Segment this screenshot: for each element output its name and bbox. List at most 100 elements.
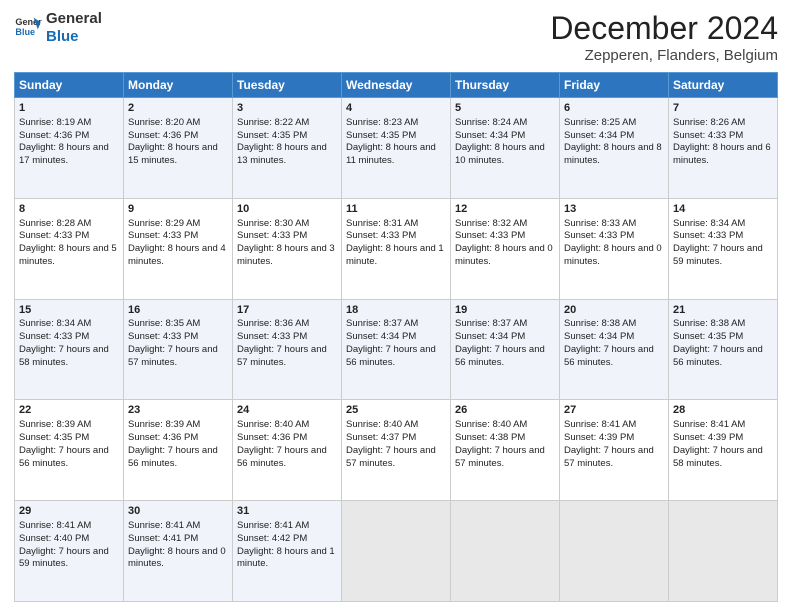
daylight: Daylight: 7 hours and 56 minutes. xyxy=(128,445,218,469)
daylight: Daylight: 8 hours and 0 minutes. xyxy=(128,546,226,570)
calendar-cell: 1Sunrise: 8:19 AMSunset: 4:36 PMDaylight… xyxy=(15,98,124,199)
day-number: 11 xyxy=(346,202,446,217)
daylight: Daylight: 7 hours and 56 minutes. xyxy=(455,344,545,368)
calendar-cell: 29Sunrise: 8:41 AMSunset: 4:40 PMDayligh… xyxy=(15,501,124,602)
sunset: Sunset: 4:34 PM xyxy=(455,130,525,141)
sunset: Sunset: 4:33 PM xyxy=(128,230,198,241)
day-number: 1 xyxy=(19,101,119,116)
daylight: Daylight: 7 hours and 58 minutes. xyxy=(19,344,109,368)
daylight: Daylight: 7 hours and 56 minutes. xyxy=(346,344,436,368)
subtitle: Zepperen, Flanders, Belgium xyxy=(550,47,778,64)
sunset: Sunset: 4:33 PM xyxy=(455,230,525,241)
sunset: Sunset: 4:33 PM xyxy=(19,331,89,342)
day-header-monday: Monday xyxy=(124,73,233,98)
calendar-cell: 11Sunrise: 8:31 AMSunset: 4:33 PMDayligh… xyxy=(342,198,451,299)
daylight: Daylight: 8 hours and 3 minutes. xyxy=(237,243,335,267)
sunrise: Sunrise: 8:38 AM xyxy=(673,318,745,329)
day-number: 5 xyxy=(455,101,555,116)
day-header-sunday: Sunday xyxy=(15,73,124,98)
sunset: Sunset: 4:42 PM xyxy=(237,533,307,544)
day-header-wednesday: Wednesday xyxy=(342,73,451,98)
calendar-cell: 5Sunrise: 8:24 AMSunset: 4:34 PMDaylight… xyxy=(451,98,560,199)
sunset: Sunset: 4:35 PM xyxy=(673,331,743,342)
sunset: Sunset: 4:41 PM xyxy=(128,533,198,544)
sunset: Sunset: 4:33 PM xyxy=(346,230,416,241)
calendar-week-row: 8Sunrise: 8:28 AMSunset: 4:33 PMDaylight… xyxy=(15,198,778,299)
sunset: Sunset: 4:35 PM xyxy=(237,130,307,141)
main-title: December 2024 xyxy=(550,10,778,47)
sunrise: Sunrise: 8:32 AM xyxy=(455,218,527,229)
calendar-cell: 10Sunrise: 8:30 AMSunset: 4:33 PMDayligh… xyxy=(233,198,342,299)
header: General Blue GeneralBlue December 2024 Z… xyxy=(14,10,778,64)
daylight: Daylight: 8 hours and 13 minutes. xyxy=(237,142,327,166)
calendar-cell: 22Sunrise: 8:39 AMSunset: 4:35 PMDayligh… xyxy=(15,400,124,501)
sunrise: Sunrise: 8:41 AM xyxy=(128,520,200,531)
daylight: Daylight: 8 hours and 1 minute. xyxy=(237,546,335,570)
day-number: 24 xyxy=(237,403,337,418)
sunset: Sunset: 4:38 PM xyxy=(455,432,525,443)
sunrise: Sunrise: 8:41 AM xyxy=(237,520,309,531)
daylight: Daylight: 7 hours and 56 minutes. xyxy=(673,344,763,368)
title-block: December 2024 Zepperen, Flanders, Belgiu… xyxy=(550,10,778,64)
day-number: 17 xyxy=(237,303,337,318)
daylight: Daylight: 7 hours and 57 minutes. xyxy=(346,445,436,469)
sunrise: Sunrise: 8:34 AM xyxy=(673,218,745,229)
day-number: 8 xyxy=(19,202,119,217)
calendar-cell: 4Sunrise: 8:23 AMSunset: 4:35 PMDaylight… xyxy=(342,98,451,199)
sunrise: Sunrise: 8:29 AM xyxy=(128,218,200,229)
day-number: 10 xyxy=(237,202,337,217)
calendar-cell: 12Sunrise: 8:32 AMSunset: 4:33 PMDayligh… xyxy=(451,198,560,299)
day-header-tuesday: Tuesday xyxy=(233,73,342,98)
daylight: Daylight: 8 hours and 4 minutes. xyxy=(128,243,226,267)
calendar-header-row: SundayMondayTuesdayWednesdayThursdayFrid… xyxy=(15,73,778,98)
calendar-cell: 3Sunrise: 8:22 AMSunset: 4:35 PMDaylight… xyxy=(233,98,342,199)
daylight: Daylight: 8 hours and 1 minute. xyxy=(346,243,444,267)
calendar-cell: 19Sunrise: 8:37 AMSunset: 4:34 PMDayligh… xyxy=(451,299,560,400)
calendar-cell: 30Sunrise: 8:41 AMSunset: 4:41 PMDayligh… xyxy=(124,501,233,602)
calendar-cell xyxy=(451,501,560,602)
daylight: Daylight: 8 hours and 11 minutes. xyxy=(346,142,436,166)
daylight: Daylight: 8 hours and 10 minutes. xyxy=(455,142,545,166)
sunset: Sunset: 4:33 PM xyxy=(237,230,307,241)
day-number: 12 xyxy=(455,202,555,217)
day-number: 13 xyxy=(564,202,664,217)
sunrise: Sunrise: 8:40 AM xyxy=(346,419,418,430)
calendar-cell: 23Sunrise: 8:39 AMSunset: 4:36 PMDayligh… xyxy=(124,400,233,501)
sunrise: Sunrise: 8:25 AM xyxy=(564,117,636,128)
calendar-cell: 9Sunrise: 8:29 AMSunset: 4:33 PMDaylight… xyxy=(124,198,233,299)
sunrise: Sunrise: 8:38 AM xyxy=(564,318,636,329)
sunset: Sunset: 4:36 PM xyxy=(19,130,89,141)
day-number: 7 xyxy=(673,101,773,116)
day-number: 26 xyxy=(455,403,555,418)
calendar-table: SundayMondayTuesdayWednesdayThursdayFrid… xyxy=(14,72,778,602)
sunrise: Sunrise: 8:33 AM xyxy=(564,218,636,229)
day-number: 25 xyxy=(346,403,446,418)
logo: General Blue GeneralBlue xyxy=(14,10,102,46)
daylight: Daylight: 7 hours and 59 minutes. xyxy=(673,243,763,267)
daylight: Daylight: 8 hours and 15 minutes. xyxy=(128,142,218,166)
daylight: Daylight: 7 hours and 56 minutes. xyxy=(19,445,109,469)
daylight: Daylight: 8 hours and 6 minutes. xyxy=(673,142,771,166)
sunrise: Sunrise: 8:35 AM xyxy=(128,318,200,329)
day-number: 21 xyxy=(673,303,773,318)
day-number: 20 xyxy=(564,303,664,318)
calendar-cell: 18Sunrise: 8:37 AMSunset: 4:34 PMDayligh… xyxy=(342,299,451,400)
day-number: 3 xyxy=(237,101,337,116)
sunrise: Sunrise: 8:37 AM xyxy=(346,318,418,329)
daylight: Daylight: 7 hours and 56 minutes. xyxy=(237,445,327,469)
calendar-cell: 28Sunrise: 8:41 AMSunset: 4:39 PMDayligh… xyxy=(669,400,778,501)
calendar-cell: 16Sunrise: 8:35 AMSunset: 4:33 PMDayligh… xyxy=(124,299,233,400)
day-number: 29 xyxy=(19,504,119,519)
day-number: 15 xyxy=(19,303,119,318)
calendar-cell: 31Sunrise: 8:41 AMSunset: 4:42 PMDayligh… xyxy=(233,501,342,602)
sunset: Sunset: 4:34 PM xyxy=(564,130,634,141)
day-number: 14 xyxy=(673,202,773,217)
daylight: Daylight: 7 hours and 57 minutes. xyxy=(455,445,545,469)
day-header-friday: Friday xyxy=(560,73,669,98)
sunset: Sunset: 4:35 PM xyxy=(19,432,89,443)
sunrise: Sunrise: 8:23 AM xyxy=(346,117,418,128)
calendar-cell: 6Sunrise: 8:25 AMSunset: 4:34 PMDaylight… xyxy=(560,98,669,199)
sunset: Sunset: 4:33 PM xyxy=(128,331,198,342)
day-number: 16 xyxy=(128,303,228,318)
sunset: Sunset: 4:34 PM xyxy=(455,331,525,342)
